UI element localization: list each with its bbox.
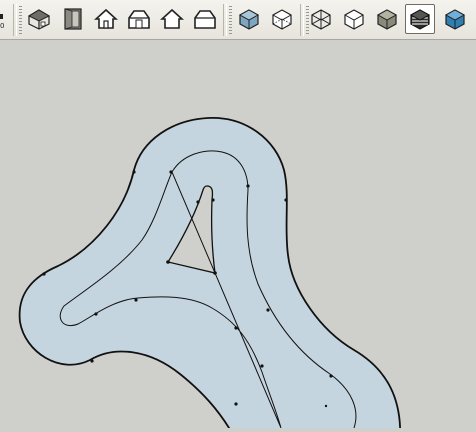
monochrome-style-icon [444,9,466,30]
vertex-marker [260,364,264,368]
vertex-marker [169,170,173,174]
shaded-with-textures-style-button[interactable] [405,4,435,34]
vertex-marker [234,402,238,406]
shaded-style-icon [376,9,398,30]
wireframe-style-button[interactable] [307,5,335,33]
vertex-marker [211,198,215,202]
vertex-marker [284,198,288,202]
front-view-icon [94,8,118,29]
back-view-button[interactable] [158,5,186,33]
toolbar-separator [13,4,17,36]
partial-toolbar-fragment: 0 [0,14,5,34]
toolbar-grip[interactable] [229,6,232,34]
vertex-marker [42,272,46,276]
toolbar-separator [223,4,227,36]
vertex-marker [324,404,328,408]
right-view-button[interactable] [125,5,153,33]
offset-face-outer[interactable] [18,117,402,432]
toolbar-separator [300,4,304,36]
vertex-marker [166,260,170,264]
vertex-marker [234,326,238,330]
vertex-marker [266,308,270,312]
front-view-button[interactable] [92,5,120,33]
drawing-viewport[interactable] [0,40,476,432]
shaded-style-button[interactable] [373,5,401,33]
vertex-marker [94,312,98,316]
back-edges-style-button[interactable] [268,5,296,33]
vertex-marker [134,298,138,302]
shaded-with-textures-style-icon [409,9,431,30]
vertex-marker [246,184,250,188]
vertex-marker [90,359,94,363]
top-view-button[interactable] [59,5,87,33]
partial-toolbar-digit: 0 [0,22,5,30]
monochrome-style-button[interactable] [441,5,469,33]
hidden-line-style-icon [344,9,364,30]
back-view-icon [160,8,184,29]
hidden-line-style-button[interactable] [340,5,368,33]
iso-view-icon [27,9,51,30]
toolbar: 0 [0,0,476,40]
wireframe-style-icon [311,9,331,30]
right-view-icon [128,10,150,29]
vertex-marker [329,374,333,378]
iso-view-button[interactable] [25,5,53,33]
vertex-marker [213,271,217,275]
xray-style-button[interactable] [235,5,263,33]
vertex-marker [196,200,200,204]
vertex-marker [132,170,136,174]
model-canvas[interactable] [0,40,476,432]
left-view-icon [194,10,216,29]
back-edges-style-icon [272,9,292,30]
xray-style-icon [238,9,260,30]
toolbar-grip[interactable] [19,6,22,34]
left-view-button[interactable] [191,5,219,33]
top-view-icon [64,8,82,30]
